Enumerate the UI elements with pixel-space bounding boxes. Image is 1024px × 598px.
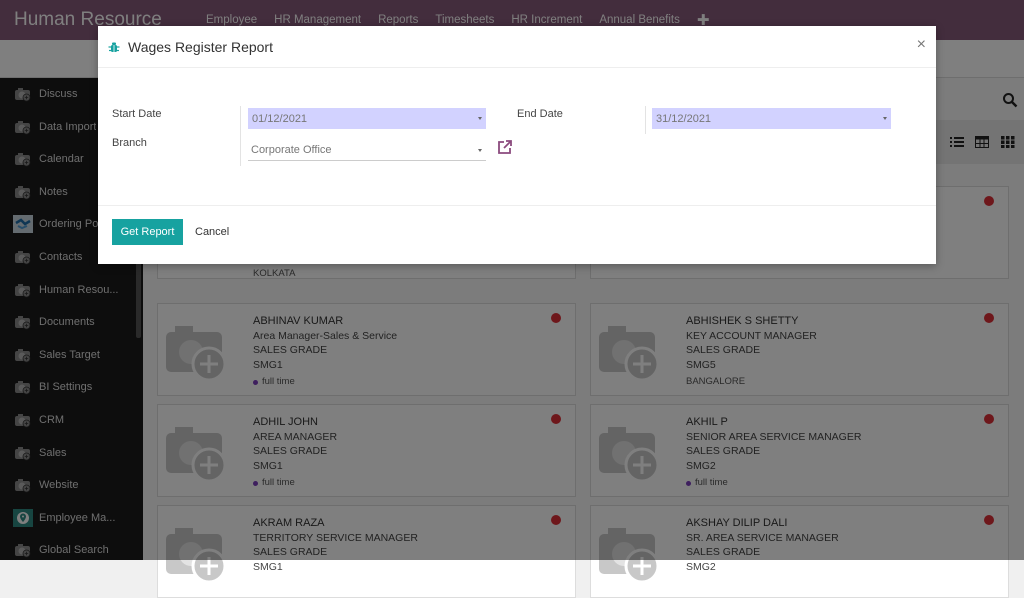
close-icon[interactable]: × [917,37,926,53]
chevron-down-icon [883,117,887,120]
start-date-input[interactable]: 01/12/2021 [248,108,486,129]
field-divider [645,106,646,134]
start-date-label: Start Date [112,108,162,120]
employee-detail: SMG2 [686,560,716,573]
end-date-label: End Date [517,108,563,120]
end-date-input[interactable]: 31/12/2021 [652,108,891,129]
branch-value: Corporate Office [251,143,332,156]
modal-header: Wages Register Report × [98,26,936,68]
end-date-value: 31/12/2021 [656,112,712,125]
cancel-button[interactable]: Cancel [190,219,234,245]
branch-label: Branch [112,137,147,149]
employee-detail: SMG1 [253,560,283,573]
bug-icon [108,42,120,52]
get-report-button[interactable]: Get Report [112,219,183,245]
start-date-value: 01/12/2021 [252,112,308,125]
field-divider [240,106,241,166]
modal-title: Wages Register Report [128,38,273,55]
chevron-down-icon [478,149,482,152]
branch-select[interactable]: Corporate Office [248,139,486,161]
external-link-icon[interactable] [496,139,513,156]
chevron-down-icon [478,117,482,120]
wages-register-dialog: Wages Register Report × Start Date Branc… [98,26,936,264]
